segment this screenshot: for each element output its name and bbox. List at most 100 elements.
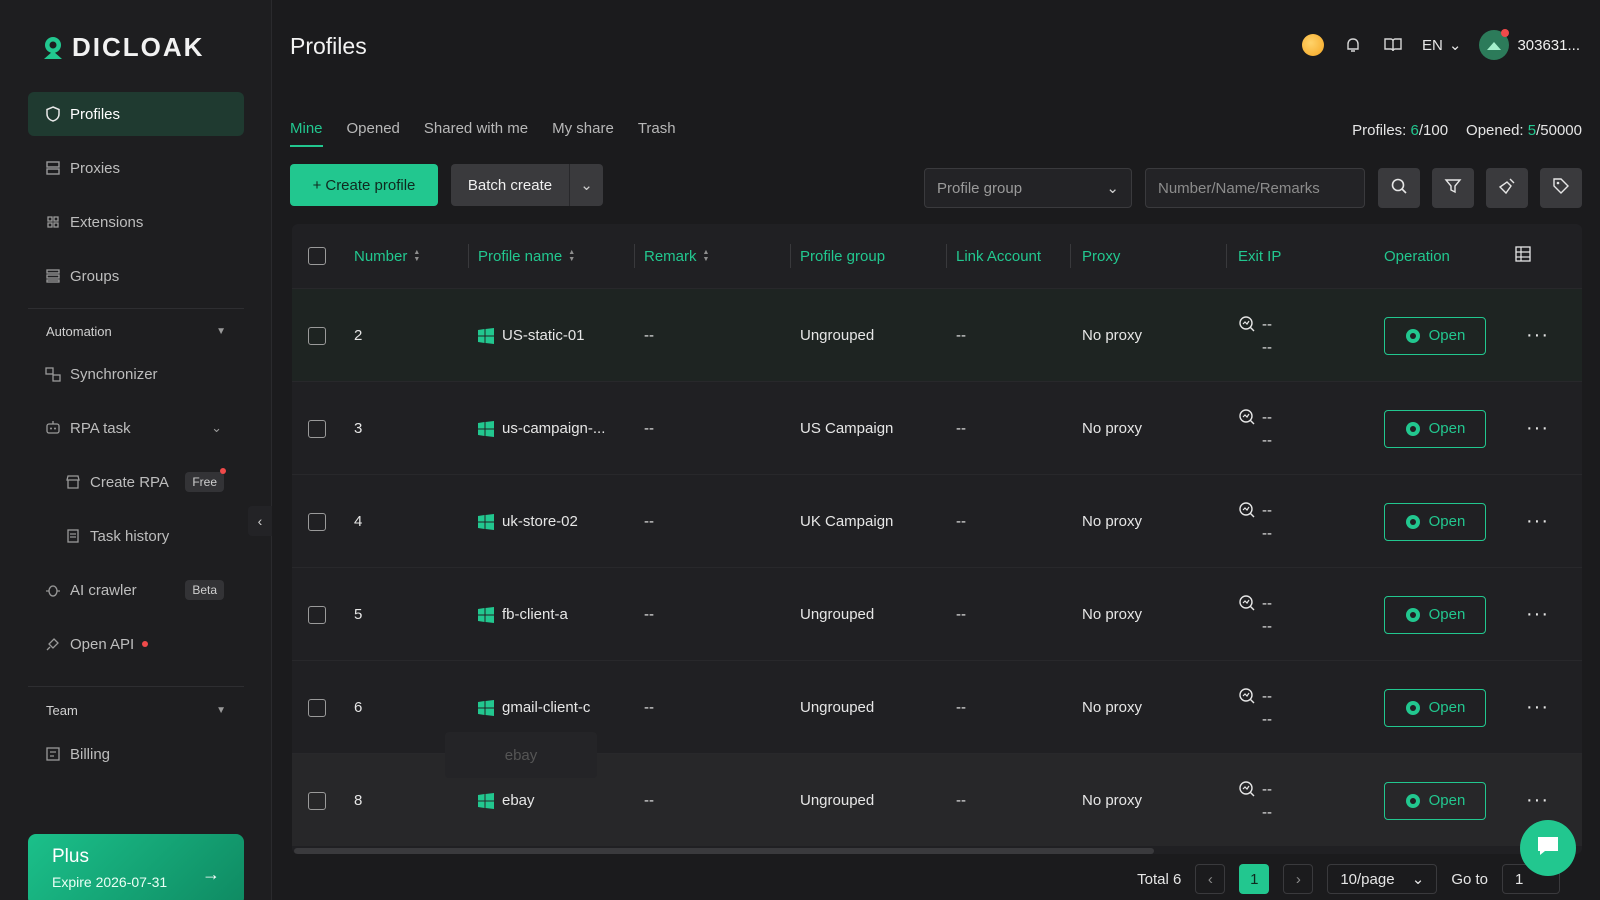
batch-create-dropdown[interactable]: ⌄ [569, 164, 603, 206]
sidebar-divider [28, 308, 244, 309]
bell-icon[interactable] [1342, 34, 1364, 56]
team-section-toggle[interactable]: Team ▼ [46, 703, 226, 718]
tab-shared-with-me[interactable]: Shared with me [424, 120, 528, 147]
cell-profile-name[interactable]: fb-client-a [478, 568, 568, 661]
tab-my-share[interactable]: My share [552, 120, 614, 147]
check-ip-icon[interactable] [1238, 780, 1256, 798]
brand-name: DICLOAK [72, 32, 205, 62]
next-page-button[interactable]: › [1283, 864, 1314, 894]
windows-icon [478, 606, 494, 623]
column-divider [468, 244, 469, 268]
plug-icon [44, 635, 62, 653]
table-row: 5 fb-client-a -- Ungrouped -- No proxy -… [292, 567, 1582, 660]
row-checkbox[interactable] [308, 419, 326, 438]
prev-page-button[interactable]: ‹ [1195, 864, 1226, 894]
cell-remark: -- [644, 792, 654, 809]
sidebar-item-task-history[interactable]: Task history [28, 514, 244, 558]
plus-icon: + [312, 176, 322, 194]
free-badge: Free [185, 472, 224, 492]
sidebar-item-groups[interactable]: Groups [28, 254, 244, 298]
more-options-icon[interactable]: ··· [1526, 324, 1549, 347]
plan-card[interactable]: Plus Expire 2026-07-31 → [28, 834, 244, 900]
profile-group-select[interactable]: Profile group ⌄ [924, 168, 1132, 208]
cell-profile-name[interactable]: US-static-01 [478, 289, 585, 382]
notification-dot [1501, 29, 1510, 37]
row-checkbox[interactable] [308, 605, 326, 624]
search-button[interactable] [1378, 168, 1420, 208]
column-remark[interactable]: Remark ▲ ▼ [644, 224, 709, 288]
sort-icon: ▲ ▼ [413, 249, 421, 263]
more-options-icon[interactable]: ··· [1526, 696, 1549, 719]
sidebar-item-proxies[interactable]: Proxies [28, 146, 244, 190]
cell-remark: -- [644, 420, 654, 437]
column-settings-button[interactable] [1514, 224, 1532, 288]
tab-trash[interactable]: Trash [638, 120, 676, 147]
row-checkbox[interactable] [308, 791, 326, 810]
cell-profile-name[interactable]: us-campaign-... [478, 382, 605, 475]
sidebar-item-rpa-task[interactable]: RPA task ⌄ [28, 406, 244, 450]
automation-section-toggle[interactable]: Automation ▼ [46, 324, 226, 339]
page-1-button[interactable]: 1 [1239, 864, 1270, 894]
user-menu[interactable]: 303631... [1479, 29, 1580, 60]
sidebar-collapse-button[interactable]: ‹ [248, 506, 272, 536]
sidebar-item-ai-crawler[interactable]: AI crawler Beta [28, 568, 244, 612]
check-ip-icon[interactable] [1238, 315, 1256, 333]
more-options-icon[interactable]: ··· [1526, 510, 1549, 533]
open-profile-button[interactable]: Open [1384, 409, 1486, 448]
header-actions: EN ⌄ 303631... [1302, 29, 1580, 60]
clean-button[interactable] [1486, 168, 1528, 208]
open-profile-button[interactable]: Open [1384, 688, 1486, 727]
create-profile-button[interactable]: + Create profile [290, 164, 438, 206]
filter-button[interactable] [1432, 168, 1474, 208]
coin-icon[interactable] [1302, 34, 1325, 56]
sidebar-item-open-api[interactable]: Open API [28, 622, 244, 666]
cell-number: 5 [354, 606, 363, 623]
sidebar-item-billing[interactable]: Billing [28, 732, 244, 776]
sidebar-item-create-rpa[interactable]: Create RPA Free [28, 460, 244, 504]
goto-label: Go to [1451, 870, 1488, 888]
chat-support-button[interactable] [1520, 820, 1576, 876]
cell-profile-group: Ungrouped [800, 699, 875, 716]
open-profile-button[interactable]: Open [1384, 316, 1486, 355]
check-ip-icon[interactable] [1238, 687, 1256, 705]
column-profile-name[interactable]: Profile name ▲ ▼ [478, 224, 575, 288]
broom-icon [1498, 177, 1516, 200]
search-input[interactable] [1145, 168, 1365, 208]
more-options-icon[interactable]: ··· [1526, 789, 1549, 812]
open-profile-button[interactable]: Open [1384, 595, 1486, 634]
page-size-select[interactable]: 10/page ⌄ [1327, 864, 1438, 894]
select-all-checkbox[interactable] [308, 247, 326, 265]
tag-button[interactable] [1540, 168, 1582, 208]
exit-ip-location: -- [1262, 804, 1272, 821]
check-ip-icon[interactable] [1238, 594, 1256, 612]
check-ip-icon[interactable] [1238, 501, 1256, 519]
book-icon[interactable] [1382, 34, 1404, 56]
sidebar-item-profiles[interactable]: Profiles [28, 92, 244, 136]
cell-profile-name[interactable]: uk-store-02 [478, 475, 578, 568]
cell-operation: Open [1384, 661, 1486, 754]
batch-create-label: Batch create [467, 176, 553, 194]
more-options-icon[interactable]: ··· [1526, 603, 1549, 626]
brand-logo[interactable]: DICLOAK [40, 32, 204, 63]
horizontal-scrollbar[interactable] [294, 848, 1154, 854]
open-profile-button[interactable]: Open [1384, 781, 1486, 820]
exit-ip-location: -- [1262, 525, 1272, 542]
row-checkbox[interactable] [308, 512, 326, 531]
batch-create-button[interactable]: Batch create ⌄ [451, 164, 603, 206]
tab-opened[interactable]: Opened [347, 120, 400, 147]
tab-mine[interactable]: Mine [290, 120, 323, 147]
row-checkbox[interactable] [308, 698, 326, 717]
open-profile-button[interactable]: Open [1384, 502, 1486, 541]
row-checkbox[interactable] [308, 326, 326, 345]
check-ip-icon[interactable] [1238, 408, 1256, 426]
sidebar-item-synchronizer[interactable]: Synchronizer [28, 352, 244, 396]
cell-number: 4 [354, 513, 363, 530]
chevron-down-icon: ⌄ [580, 177, 593, 194]
sort-icon: ▲ ▼ [702, 249, 710, 263]
row-select-cell [308, 382, 326, 475]
more-options-icon[interactable]: ··· [1526, 417, 1549, 440]
language-selector[interactable]: EN ⌄ [1422, 36, 1461, 55]
column-divider [634, 244, 635, 268]
sidebar-item-extensions[interactable]: Extensions [28, 200, 244, 244]
column-number[interactable]: Number ▲ ▼ [354, 224, 420, 288]
